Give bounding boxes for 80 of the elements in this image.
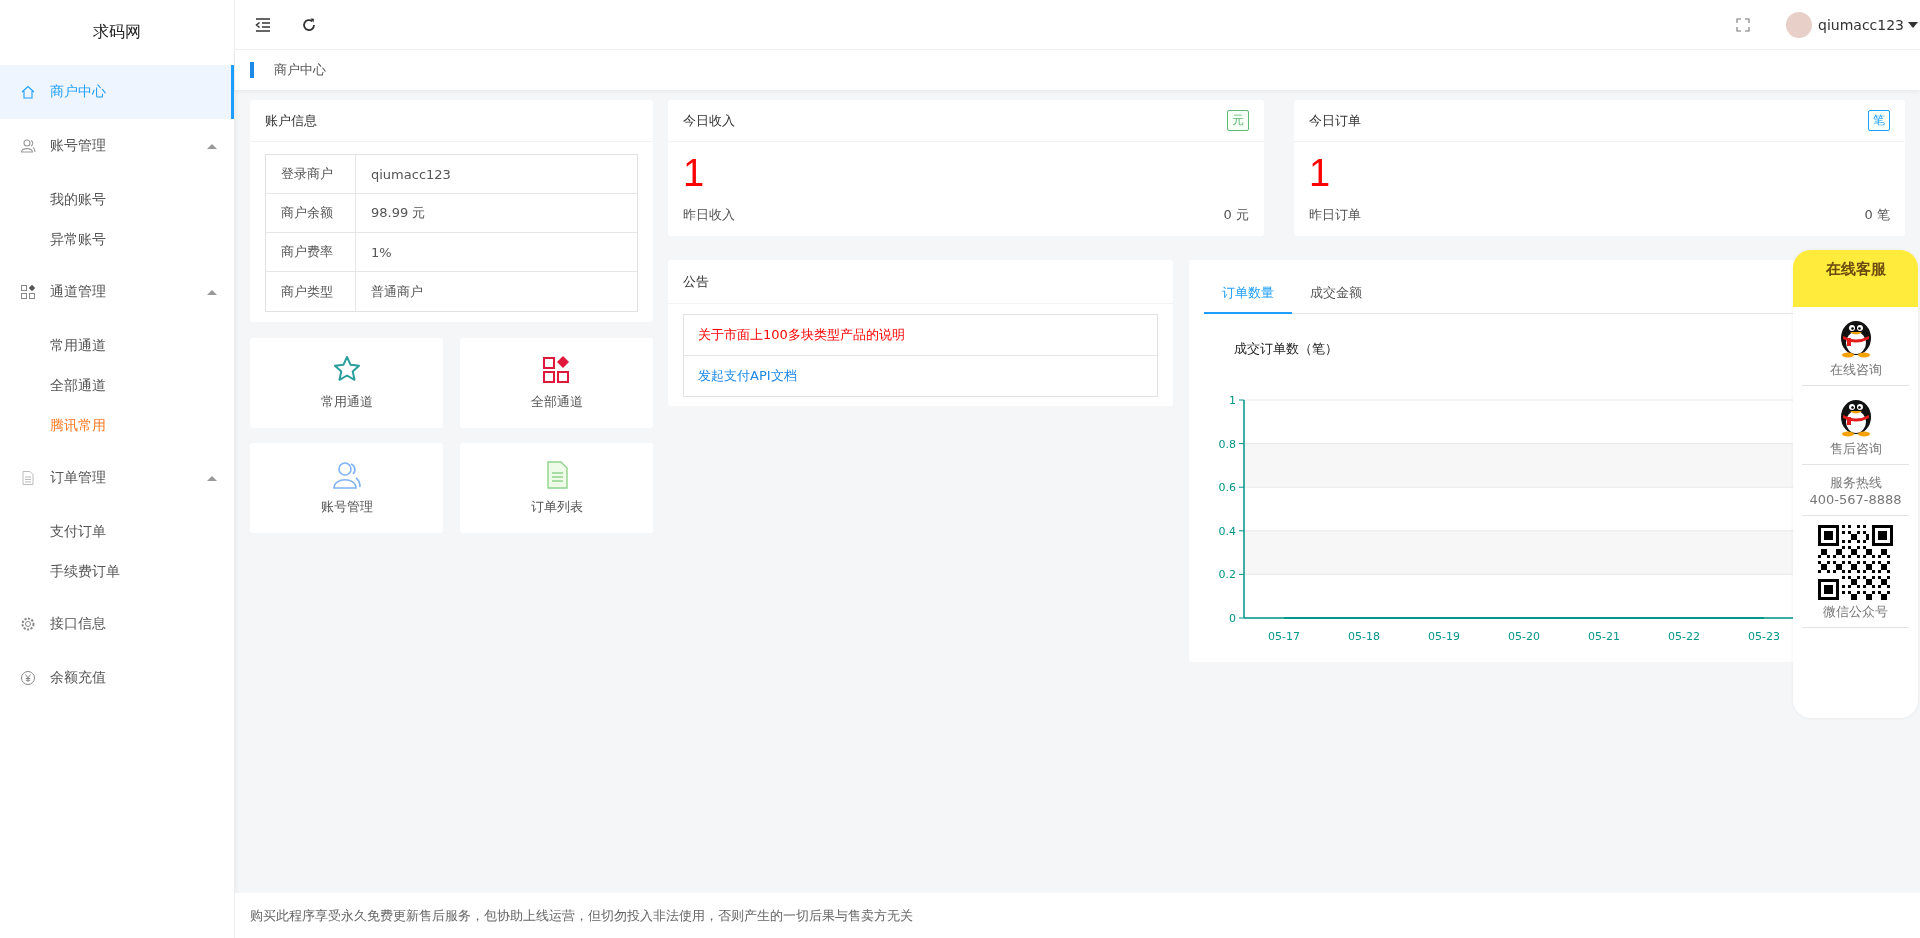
users-icon [331,460,362,490]
gear-icon [20,616,36,632]
y-tick-label: 0.4 [1218,524,1236,538]
avatar [1786,11,1812,38]
home-icon [20,84,36,100]
y-tick-label: 1 [1229,394,1236,407]
nav-subitem[interactable]: 常用通道 [0,325,106,365]
shortcut-tile[interactable]: 账号管理 [250,443,443,533]
nav-subitem[interactable]: 全部通道 [0,365,106,405]
site-logo: 求码网 [92,21,142,43]
y-tick-label: 0.6 [1218,481,1236,495]
nav-item[interactable]: 接口信息 [0,597,234,651]
grid-icon [20,284,36,300]
chart-title: 成交订单数（笔） [1233,340,1338,358]
table-cell-text: 98.99 元 [370,204,426,222]
document-icon [20,470,36,486]
x-tick-label: 05-23 [1748,630,1780,643]
nav-item[interactable]: 账号管理 [0,119,234,173]
x-tick-label: 05-19 [1428,630,1460,643]
x-tick-label: 05-20 [1508,630,1540,643]
table-cell: 商户费率 [266,233,356,271]
tile-label: 订单列表 [530,498,583,516]
nav-subitem[interactable]: 支付订单 [0,511,106,551]
table-cell-text: 普通商户 [370,282,423,301]
grid-icon [541,355,572,385]
chart-tab[interactable]: 成交金额 [1292,274,1380,312]
nav-subitem[interactable]: 我的账号 [0,179,106,219]
stat-label: 昨日订单 [1309,206,1361,224]
y-tick-label: 0.2 [1218,568,1236,582]
tile-label: 账号管理 [320,498,373,516]
nav-subitem[interactable]: 异常账号 [0,219,106,259]
y-tick-label: 0.8 [1218,437,1236,451]
notice-link[interactable]: 关于市面上100多块类型产品的说明 [684,315,1157,356]
service-link[interactable]: 售后咨询 [1829,440,1882,457]
unit-badge: 元 [1227,110,1249,131]
stat-value-small: 0 元 [1223,206,1249,224]
refresh-icon [301,16,317,33]
x-tick-label: 05-21 [1588,630,1620,643]
menu-icon [255,16,271,33]
nav-item[interactable]: 通道管理 [0,265,234,319]
stat-value: 1 [683,151,706,196]
x-tick-label: 05-18 [1348,630,1380,643]
table-cell-text: qiumacc123 [370,165,451,184]
card-title: 今日订单 [1309,111,1361,130]
stat-label: 昨日收入 [683,206,735,224]
yen-icon [20,670,36,686]
unit-badge: 笔 [1868,110,1890,131]
users-icon [20,138,36,154]
x-tick-label: 05-17 [1268,630,1300,643]
table-cell-text: 1% [370,243,392,262]
card-title: 今日收入 [683,111,735,130]
x-tick-label: 05-22 [1668,630,1700,643]
qr-caption: 微信公众号 [1823,603,1888,620]
service-link[interactable]: 在线咨询 [1829,361,1882,378]
nav-item[interactable]: 余额充值 [0,651,234,705]
shortcut-tile[interactable]: 订单列表 [460,443,653,533]
fullscreen-icon [1736,17,1750,32]
nav-subitem[interactable]: 手续费订单 [0,551,120,591]
stat-value: 1 [1309,151,1332,196]
tile-label: 全部通道 [530,393,583,411]
stat-value-small: 0 笔 [1864,206,1890,224]
breadcrumb[interactable]: 商户中心 [274,61,326,79]
y-tick-label: 0 [1229,612,1236,625]
footer-text: 购买此程序享受永久免费更新售后服务，包协助上线运营，但切勿投入非法使用，否则产生的一切后果与售卖方无关 [235,893,1920,938]
notice-link[interactable]: 发起支付API文档 [684,356,1157,396]
table-cell: 商户类型 [266,272,356,311]
panel-title: 在线客服 [1793,250,1918,307]
user-menu[interactable]: qiumacc123 [1786,11,1920,38]
shortcut-tile[interactable]: 全部通道 [460,338,653,428]
caret-icon [1908,21,1918,28]
tile-label: 常用通道 [320,393,373,411]
card-title: 公告 [668,260,1173,304]
shortcut-tile[interactable]: 常用通道 [250,338,443,428]
card-title: 账户信息 [250,100,653,142]
table-cell: 商户余额 [266,194,356,232]
table-cell: 登录商户 [266,155,356,193]
nav-item[interactable]: 订单管理 [0,451,234,505]
username: qiumacc123 [1818,16,1904,33]
hotline-label: 服务热线 [1829,474,1882,491]
hotline-number: 400-567-8888 [1809,491,1902,508]
